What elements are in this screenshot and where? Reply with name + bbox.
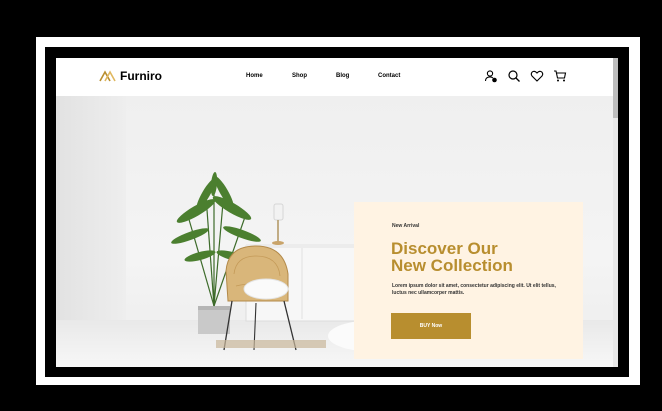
brand-name: Furniro	[120, 69, 162, 83]
heart-icon[interactable]	[530, 69, 544, 83]
nav-shop[interactable]: Shop	[292, 73, 307, 79]
logo-icon	[99, 70, 116, 82]
card-description: Lorem ipsum dolor sit amet, consectetur …	[392, 283, 556, 296]
website-screen: New Arrival Discover Our New Collection …	[56, 58, 618, 367]
site-header: Furniro Home Shop Blog Contact	[56, 58, 618, 96]
nav-contact[interactable]: Contact	[378, 73, 400, 79]
nav-home[interactable]: Home	[246, 73, 263, 79]
rug	[216, 340, 326, 348]
hero-section: New Arrival Discover Our New Collection …	[56, 96, 618, 367]
plant-pot	[198, 306, 230, 334]
cart-icon[interactable]	[553, 69, 567, 83]
nav-blog[interactable]: Blog	[336, 73, 349, 79]
card-title: Discover Our New Collection	[391, 240, 571, 274]
lamp	[273, 203, 284, 221]
header-icons	[484, 69, 567, 83]
card-title-line1: Discover Our	[391, 239, 498, 258]
buy-now-button[interactable]: BUY Now	[391, 313, 471, 339]
scrollbar[interactable]	[613, 58, 618, 367]
logo[interactable]: Furniro	[99, 69, 162, 83]
promo-card: New Arrival Discover Our New Collection …	[354, 202, 583, 359]
search-icon[interactable]	[507, 69, 521, 83]
scroll-thumb[interactable]	[613, 58, 618, 118]
account-alert-icon[interactable]	[484, 69, 498, 83]
card-eyebrow: New Arrival	[392, 223, 420, 229]
card-title-line2: New Collection	[391, 256, 513, 275]
